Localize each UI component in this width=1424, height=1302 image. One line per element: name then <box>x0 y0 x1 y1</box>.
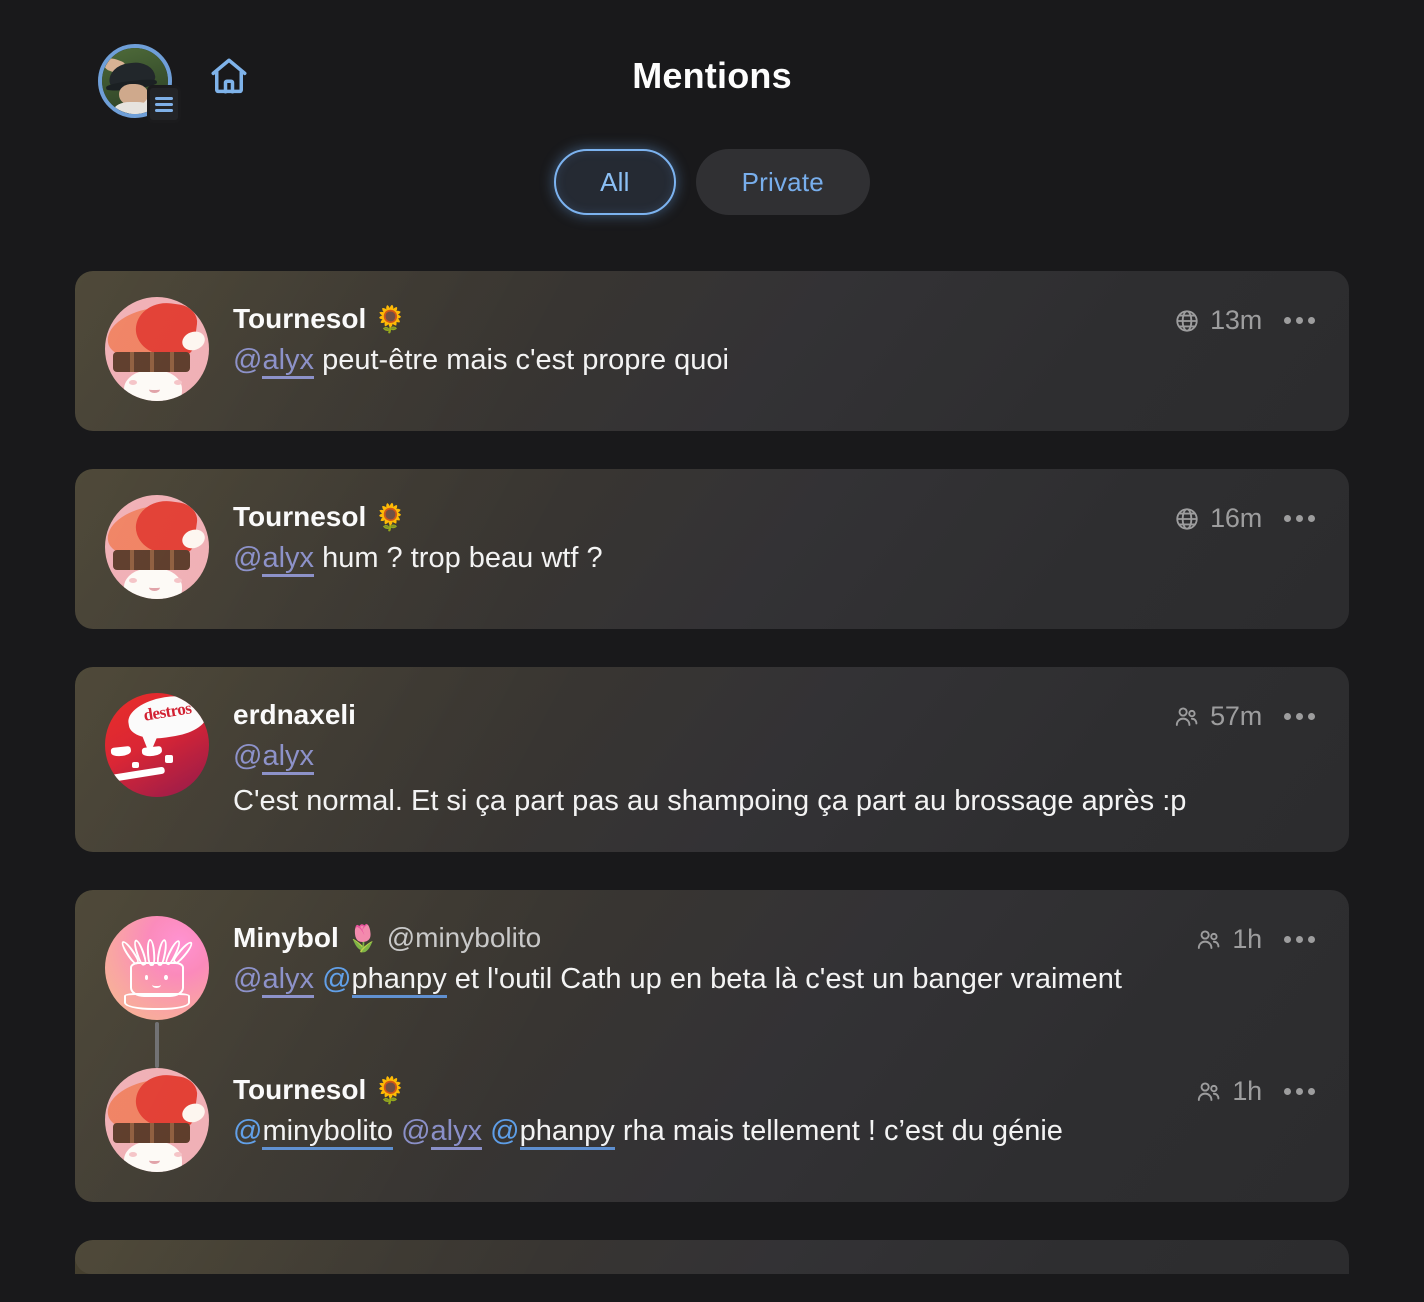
status-author[interactable]: Tournesol 🌻 <box>233 1074 1183 1106</box>
status-content: @alyx peut-être mais c'est propre quoi <box>233 340 1319 381</box>
mentions-list: Tournesol 🌻 13m @alyx peut-être mais c'e… <box>0 271 1424 1275</box>
mention-link[interactable]: @phanpy <box>322 963 447 999</box>
status-content: @alyx <box>233 736 1319 777</box>
status-meta: Tournesol 🌻 16m <box>233 501 1319 534</box>
mention-card[interactable]: Tournesol 🌻 13m @alyx peut-être mais c'e… <box>75 271 1349 431</box>
status-content: @alyx @phanpy et l'outil Cath up en beta… <box>233 959 1319 1000</box>
status-timestamp: 1h <box>1232 1076 1262 1107</box>
status-text: peut-être mais c'est propre quoi <box>314 344 729 376</box>
avatar-column <box>105 916 209 1021</box>
status-body: Tournesol 🌻 13m @alyx peut-être mais c'e… <box>233 297 1319 401</box>
status-text <box>482 1115 490 1147</box>
status-timestamp: 57m <box>1210 701 1262 731</box>
status-meta: Tournesol 🌻 13m <box>233 303 1319 336</box>
tab-private[interactable]: Private <box>695 149 870 215</box>
avatar[interactable] <box>105 297 209 401</box>
mention-link[interactable]: @phanpy <box>490 1115 615 1151</box>
status-meta-right: 1h <box>1195 1074 1319 1107</box>
tab-private-label: Private <box>741 166 824 197</box>
status-content: @minybolito @alyx @phanpy rha mais telle… <box>233 1111 1319 1152</box>
status-author[interactable]: Tournesol 🌻 <box>233 303 1162 335</box>
name-emoji: 🌷 <box>346 923 379 954</box>
status-display-name: Tournesol <box>233 501 367 532</box>
avatar[interactable] <box>105 1068 209 1173</box>
status-text: C'est normal. Et si ça part pas au shamp… <box>233 785 1187 818</box>
status-timestamp: 13m <box>1210 305 1262 335</box>
app-header: Mentions <box>0 0 1424 135</box>
status-author[interactable]: Minybol 🌷 @minybolito <box>233 922 1183 954</box>
status-body: erdnaxeli 57m @alyx C'est normal. Et si ç… <box>233 693 1319 822</box>
status[interactable]: destros erdnaxeli 57m @alyx C'est normal… <box>105 693 1319 822</box>
status-text: rha mais tellement ! c’est du génie <box>614 1115 1063 1148</box>
avatar[interactable] <box>105 916 209 1021</box>
name-emoji: 🌻 <box>374 502 407 532</box>
globe-icon <box>1174 506 1200 532</box>
tab-all-label: All <box>600 166 630 197</box>
avatar[interactable]: destros <box>105 693 209 797</box>
avatar[interactable] <box>105 495 209 599</box>
mention-card-partial[interactable] <box>75 1240 1349 1275</box>
status-meta-right: 13m <box>1174 303 1319 336</box>
status-body: Minybol 🌷 @minybolito 1h @alyx @phanpy e… <box>233 916 1319 1020</box>
status-text: hum ? trop beau wtf ? <box>314 542 603 574</box>
status[interactable]: Tournesol 🌻 13m @alyx peut-être mais c'e… <box>105 297 1319 401</box>
mention-link[interactable]: @alyx <box>233 963 315 999</box>
people-icon <box>1173 703 1200 730</box>
avatar-column: destros <box>105 693 209 822</box>
people-icon <box>1195 926 1222 953</box>
mention-link[interactable]: @alyx <box>233 740 315 775</box>
status-author[interactable]: erdnaxeli <box>233 699 1161 731</box>
page-title: Mentions <box>632 55 792 96</box>
status-text <box>393 1115 401 1147</box>
status-meta: Minybol 🌷 @minybolito 1h <box>233 922 1319 955</box>
status-meta: erdnaxeli 57m <box>233 699 1319 732</box>
globe-icon <box>1174 308 1200 334</box>
status-more-menu[interactable] <box>1280 511 1319 526</box>
status-body: Tournesol 🌻 1h @minybolito @alyx @phanpy… <box>233 1068 1319 1172</box>
status[interactable]: Tournesol 🌻 16m @alyx hum ? trop beau wt… <box>105 495 1319 599</box>
status-display-name: erdnaxeli <box>233 699 356 730</box>
mention-link[interactable]: @alyx <box>233 344 315 379</box>
status[interactable]: Minybol 🌷 @minybolito 1h @alyx @phanpy e… <box>105 916 1319 1021</box>
name-emoji: 🌻 <box>374 304 407 334</box>
mention-card[interactable]: destros erdnaxeli 57m @alyx C'est normal… <box>75 667 1349 853</box>
status-handle: @minybolito <box>386 922 542 954</box>
status-content: C'est normal. Et si ça part pas au shamp… <box>233 781 1319 822</box>
mention-link[interactable]: @alyx <box>233 542 315 577</box>
mention-link[interactable]: @minybolito <box>233 1115 394 1151</box>
avatar-column <box>105 297 209 401</box>
status-meta: Tournesol 🌻 1h <box>233 1074 1319 1107</box>
status-meta-right: 57m <box>1173 699 1319 732</box>
status-more-menu[interactable] <box>1280 709 1319 724</box>
people-icon <box>1195 1078 1222 1105</box>
status-author[interactable]: Tournesol 🌻 <box>233 501 1162 533</box>
status-text: et l'outil Cath up en beta là c'est un b… <box>446 963 1122 996</box>
status[interactable]: Tournesol 🌻 1h @minybolito @alyx @phanpy… <box>105 1022 1319 1173</box>
mention-card-group[interactable]: Minybol 🌷 @minybolito 1h @alyx @phanpy e… <box>75 890 1349 1203</box>
thread-connector <box>155 1022 159 1069</box>
status-more-menu[interactable] <box>1280 1084 1319 1099</box>
status-display-name: Minybol <box>233 922 339 954</box>
status-content: @alyx hum ? trop beau wtf ? <box>233 538 1319 579</box>
status-display-name: Tournesol <box>233 1074 367 1106</box>
status-meta-right: 1h <box>1195 922 1319 955</box>
avatar-column <box>105 1022 209 1173</box>
status-timestamp: 16m <box>1210 503 1262 533</box>
filter-pills: All Private <box>0 149 1424 215</box>
status-text <box>314 963 322 995</box>
mentions-screen: Mentions All Private Tournesol 🌻 13m @al… <box>0 0 1424 1302</box>
status-more-menu[interactable] <box>1280 313 1319 328</box>
mention-link[interactable]: @alyx <box>401 1115 483 1151</box>
status-display-name: Tournesol <box>233 303 367 334</box>
name-emoji: 🌻 <box>374 1075 407 1106</box>
status-meta-right: 16m <box>1174 501 1319 534</box>
status-body: Tournesol 🌻 16m @alyx hum ? trop beau wt… <box>233 495 1319 599</box>
status-more-menu[interactable] <box>1280 932 1319 947</box>
tab-all[interactable]: All <box>554 149 676 215</box>
mention-card[interactable]: Tournesol 🌻 16m @alyx hum ? trop beau wt… <box>75 469 1349 629</box>
avatar-column <box>105 495 209 599</box>
status-timestamp: 1h <box>1232 924 1262 955</box>
